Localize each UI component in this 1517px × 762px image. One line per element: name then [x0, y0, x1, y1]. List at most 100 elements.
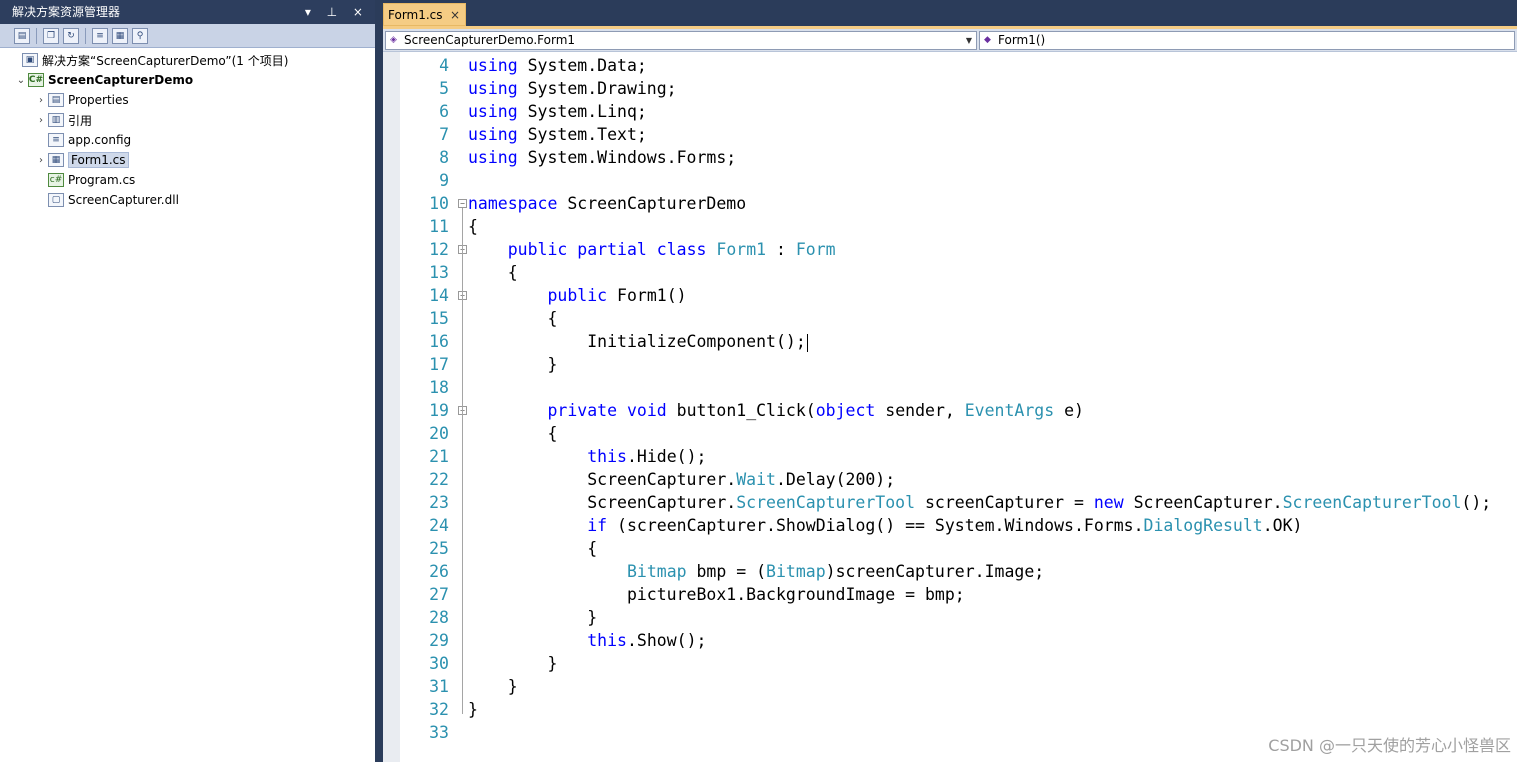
line-number: 13: [429, 263, 449, 282]
collapse-icon[interactable]: −: [458, 199, 467, 208]
class-icon: ◈: [390, 35, 397, 45]
type-token: Form: [795, 240, 836, 259]
code-line[interactable]: 25 {: [400, 537, 1517, 560]
class-diagram-icon[interactable]: ⚲: [132, 27, 148, 44]
project-node[interactable]: ⌄ C# ScreenCapturerDemo: [0, 70, 375, 90]
code-line[interactable]: 19− private void button1_Click(object se…: [400, 399, 1517, 422]
solution-explorer-title: 解决方案资源管理器: [12, 5, 121, 19]
chevron-down-icon[interactable]: ▼: [966, 32, 972, 49]
code-line[interactable]: 26 Bitmap bmp = (Bitmap)screenCapturer.I…: [400, 560, 1517, 583]
code-line[interactable]: 7 using System.Text;: [400, 123, 1517, 146]
project-label: ScreenCapturerDemo: [48, 73, 194, 87]
code-token: System.Windows.Forms;: [517, 148, 737, 167]
code-line[interactable]: 6 using System.Linq;: [400, 100, 1517, 123]
code-line[interactable]: 11 {: [400, 215, 1517, 238]
code-token: System.Text;: [517, 125, 647, 144]
code-text: ScreenCapturer.ScreenCapturerTool screen…: [468, 491, 1491, 514]
code-line[interactable]: 31 }: [400, 675, 1517, 698]
code-text: }: [468, 353, 557, 376]
code-line[interactable]: 4 using System.Data;: [400, 54, 1517, 77]
type-token: Bitmap: [766, 562, 826, 581]
code-line[interactable]: 24 if (screenCapturer.ShowDialog() == Sy…: [400, 514, 1517, 537]
tree-item[interactable]: c# Program.cs: [0, 170, 375, 190]
code-token: sender,: [875, 401, 965, 420]
tree-item[interactable]: › ▥ 引用: [0, 110, 375, 130]
code-line[interactable]: 9: [400, 169, 1517, 192]
properties-icon: ▤: [48, 93, 64, 107]
tree-item[interactable]: › ▦ Form1.cs: [0, 150, 375, 170]
view-code-icon[interactable]: ≡: [92, 27, 108, 44]
code-text: }: [468, 652, 557, 675]
code-token: {: [468, 217, 478, 236]
code-line[interactable]: 15 {: [400, 307, 1517, 330]
type-dropdown[interactable]: ◈ ScreenCapturerDemo.Form1 ▼: [385, 31, 977, 50]
code-text: namespace ScreenCapturerDemo: [468, 192, 746, 215]
code-line[interactable]: 18: [400, 376, 1517, 399]
editor-margin: [383, 52, 400, 762]
member-dropdown[interactable]: ◆ Form1(): [979, 31, 1515, 50]
keyword-token: class: [656, 240, 707, 259]
close-icon[interactable]: ×: [450, 4, 460, 26]
line-number: 6: [439, 102, 449, 121]
code-token: }: [468, 654, 558, 673]
chevron-right-icon[interactable]: ›: [34, 115, 48, 126]
code-line[interactable]: 32}: [400, 698, 1517, 721]
code-line[interactable]: 8 using System.Windows.Forms;: [400, 146, 1517, 169]
solution-node[interactable]: ▣ 解决方案“ScreenCapturerDemo”(1 个项目): [0, 50, 375, 70]
code-line[interactable]: 23 ScreenCapturer.ScreenCapturerTool scr…: [400, 491, 1517, 514]
code-line[interactable]: 13 {: [400, 261, 1517, 284]
keyword-token: using: [468, 79, 518, 98]
code-line[interactable]: 17 }: [400, 353, 1517, 376]
code-line[interactable]: 5 using System.Drawing;: [400, 77, 1517, 100]
properties-button-icon[interactable]: ▤: [14, 27, 30, 44]
code-token: .Hide();: [626, 447, 707, 466]
code-line[interactable]: 12− public partial class Form1 : Form: [400, 238, 1517, 261]
code-line[interactable]: 21 this.Hide();: [400, 445, 1517, 468]
code-line[interactable]: 29 this.Show();: [400, 629, 1517, 652]
method-icon: ◆: [984, 35, 991, 45]
type-token: EventArgs: [964, 401, 1055, 420]
csharp-file-icon: c#: [48, 173, 64, 187]
code-line[interactable]: 28 }: [400, 606, 1517, 629]
code-area[interactable]: 4 using System.Data; 5 using System.Drawing…: [400, 54, 1517, 744]
member-dropdown-value: Form1(): [998, 33, 1046, 47]
code-line[interactable]: 22 ScreenCapturer.Wait.Delay(200);: [400, 468, 1517, 491]
solution-label: 解决方案“ScreenCapturerDemo”(1 个项目): [42, 53, 289, 68]
code-line[interactable]: 14− public Form1(): [400, 284, 1517, 307]
line-number: 33: [429, 723, 449, 742]
chevron-right-icon[interactable]: ›: [34, 95, 48, 106]
code-token: ScreenCapturer.: [1123, 493, 1283, 512]
code-token: }: [468, 608, 598, 627]
tree-item-label: Program.cs: [68, 173, 136, 187]
code-token: button1_Click(: [666, 401, 816, 420]
panel-window-controls[interactable]: ▾ ⊥ ×: [305, 0, 369, 24]
line-number: 18: [429, 378, 449, 397]
code-editor[interactable]: 4 using System.Data; 5 using System.Drawing…: [383, 52, 1517, 762]
tree-item[interactable]: ≡ app.config: [0, 130, 375, 150]
chevron-right-icon[interactable]: ›: [34, 155, 48, 166]
code-token: System.Linq;: [517, 102, 647, 121]
tab-form1-cs[interactable]: Form1.cs ×: [383, 3, 466, 26]
line-number: 19: [429, 401, 449, 420]
line-number: 9: [439, 171, 449, 190]
code-token: {: [468, 263, 518, 282]
chevron-down-icon[interactable]: ⌄: [14, 75, 28, 86]
view-designer-icon[interactable]: ▦: [112, 27, 128, 44]
keyword-token: using: [468, 125, 518, 144]
code-line[interactable]: 10− namespace ScreenCapturerDemo: [400, 192, 1517, 215]
code-line[interactable]: 30 }: [400, 652, 1517, 675]
code-line[interactable]: 20 {: [400, 422, 1517, 445]
refresh-icon[interactable]: ↻: [63, 27, 79, 44]
code-line[interactable]: 27 pictureBox1.BackgroundImage = bmp;: [400, 583, 1517, 606]
tree-item[interactable]: ▢ ScreenCapturer.dll: [0, 190, 375, 210]
code-line[interactable]: 16 InitializeComponent();: [400, 330, 1517, 353]
code-text: using System.Data;: [468, 54, 647, 77]
csharp-project-icon: C#: [28, 73, 44, 87]
tree-item[interactable]: › ▤ Properties: [0, 90, 375, 110]
code-text: }: [468, 698, 478, 721]
line-number: 24: [429, 516, 449, 535]
show-all-files-icon[interactable]: ❐: [43, 27, 59, 44]
